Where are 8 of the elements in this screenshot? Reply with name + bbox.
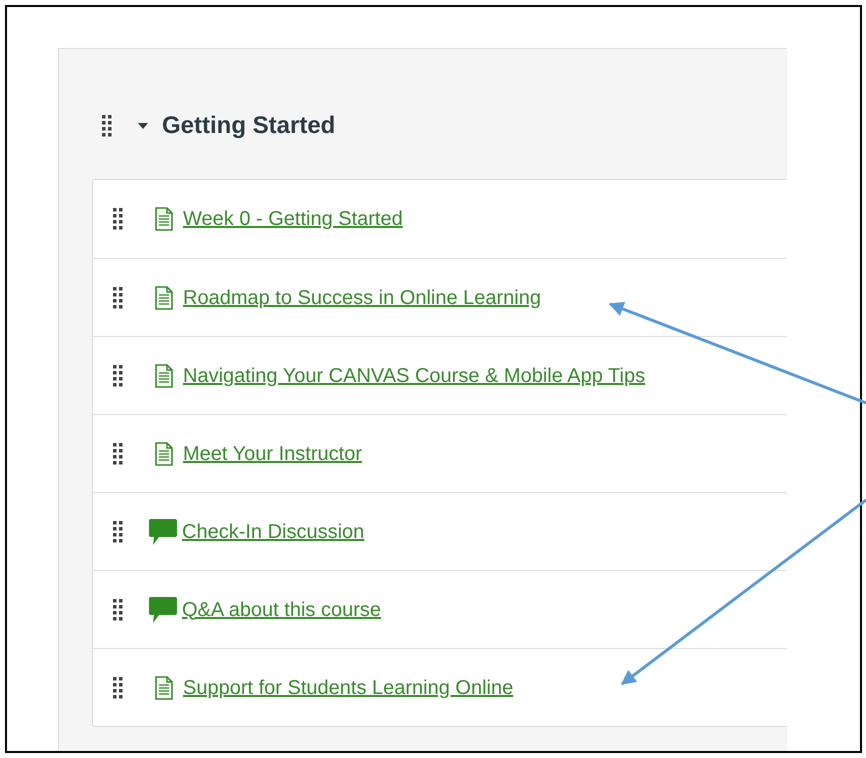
module-title: Getting Started xyxy=(162,111,336,141)
module-item-link[interactable]: Check-In Discussion xyxy=(182,516,364,546)
module-item-link[interactable]: Q&A about this course xyxy=(182,594,382,624)
module-item-link[interactable]: Navigating Your CANVAS Course & Mobile App Tips xyxy=(183,360,646,390)
module-item-link[interactable]: Meet Your Instructor xyxy=(183,438,362,468)
module-item-link[interactable]: Support for Students Learning Online xyxy=(183,672,514,702)
module-item-link[interactable]: Roadmap to Success in Online Learning xyxy=(183,282,541,312)
module-item-link[interactable]: Week 0 - Getting Started xyxy=(183,204,403,234)
